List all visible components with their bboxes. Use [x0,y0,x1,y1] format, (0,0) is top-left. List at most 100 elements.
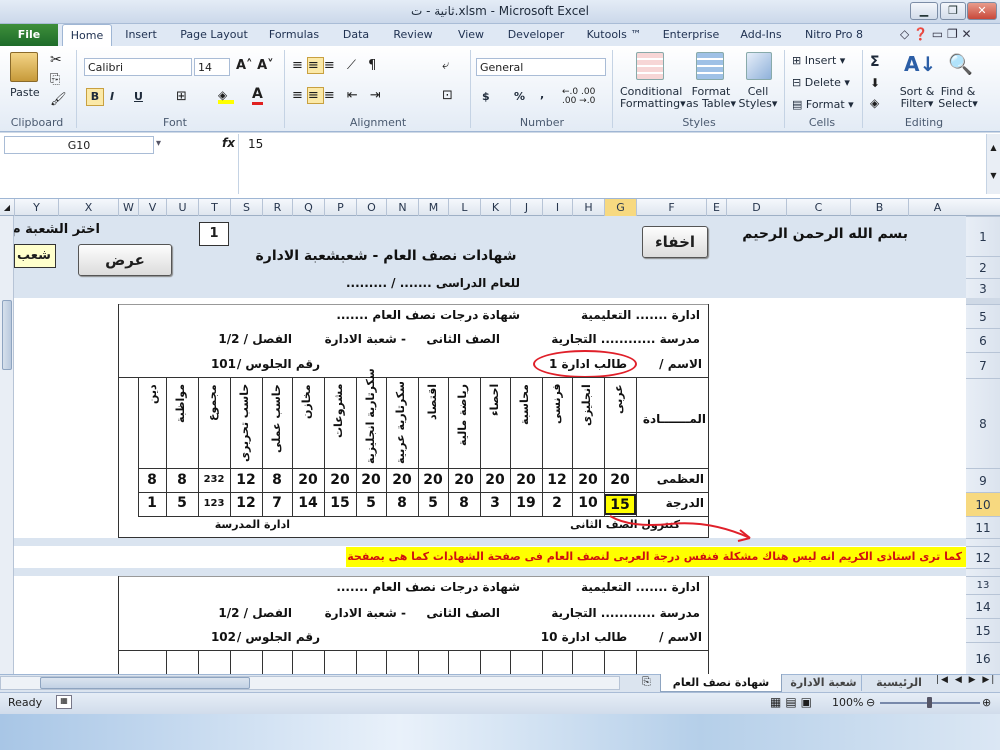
score-cell[interactable]: 12 [230,494,262,515]
score-cell[interactable]: 5 [356,494,386,515]
zoom-out-button[interactable]: ⊖ [866,696,875,709]
insert-sheet-icon[interactable]: ⎘ [642,675,651,689]
borders-icon[interactable]: ⊞ [176,89,187,104]
max-score-cell[interactable]: 20 [480,470,510,490]
row-header-3[interactable]: 3 [966,278,1000,298]
find-select-icon[interactable]: 🔍 [948,52,973,76]
max-score-cell[interactable]: 20 [418,470,448,490]
row-header-6[interactable]: 6 [966,328,1000,352]
font-color-icon[interactable]: A [252,86,263,105]
col-header-j[interactable]: J [510,199,542,216]
col-header-h[interactable]: H [572,199,604,216]
sheet-tab-admin-branch[interactable]: شعبة الادارة [786,675,862,691]
horizontal-align-icons[interactable]: ≡≡≡ ⇤ ⇥ [292,87,385,104]
font-name-select[interactable]: Calibri [84,58,192,76]
max-score-cell[interactable]: 20 [324,470,356,490]
fill-icon[interactable]: ⬇ [870,76,880,90]
tab-home[interactable]: Home [62,24,112,46]
tab-add-ins[interactable]: Add-Ins [736,24,786,46]
col-header-m[interactable]: M [418,199,448,216]
number-format-select[interactable]: General [476,58,606,76]
minimize-button[interactable]: ▁ [910,2,938,20]
underline-button[interactable]: U [134,90,143,103]
clear-icon[interactable]: ◈ [870,96,879,110]
col-header-o[interactable]: O [356,199,386,216]
col-header-y[interactable]: Y [14,199,58,216]
merge-center-icon[interactable]: ⊡ [442,88,453,103]
row-header-8[interactable]: 8 [966,378,1000,468]
cell-styles-button[interactable]: Cell Styles▾ [738,86,778,110]
row-header-16[interactable]: 16 [966,642,1000,674]
row-header-2[interactable]: 2 [966,256,1000,278]
max-score-cell[interactable]: 20 [448,470,480,490]
format-as-table-icon[interactable] [696,52,724,80]
paste-icon[interactable] [10,52,38,82]
max-score-cell[interactable]: 8 [262,470,292,490]
score-cell[interactable]: 15 [324,494,356,515]
fill-color-icon[interactable]: ◈ [218,88,234,104]
percent-button[interactable]: % [514,90,525,103]
copy-icon[interactable]: ⎘ [50,72,60,87]
sheet-tab-certificates[interactable]: شهادة نصف العام [660,674,782,692]
cell-styles-icon[interactable] [746,52,772,80]
tab-review[interactable]: Review [390,24,436,46]
max-score-cell[interactable]: 20 [604,470,636,490]
conditional-formatting-button[interactable]: ConditionalFormatting▾ [620,86,686,110]
tab-enterprise[interactable]: Enterprise [660,24,722,46]
max-score-cell[interactable]: 20 [356,470,386,490]
font-size-select[interactable]: 14 [194,58,230,76]
col-header-r[interactable]: R [262,199,292,216]
decimal-buttons-icon[interactable]: ←.0 .00.00 →.0 [562,88,595,106]
col-header-g[interactable]: G [604,199,636,216]
col-header-d[interactable]: D [726,199,786,216]
score-cell[interactable]: 2 [542,494,572,515]
find-select-button[interactable]: Find & Select▾ [938,86,978,110]
col-header-l[interactable]: L [448,199,480,216]
tab-nitro-pro[interactable]: Nitro Pro 8 [800,24,868,46]
row-header-12[interactable]: 12 [966,546,1000,568]
hide-button[interactable]: اخفاء [642,226,708,258]
italic-button[interactable]: I [110,90,114,103]
score-cell[interactable]: 7 [262,494,292,515]
col-header-e[interactable]: E [706,199,726,216]
score-cell[interactable]: 19 [510,494,542,515]
delete-cells-button[interactable]: ⊟ Delete ▾ [792,76,850,89]
col-header-n[interactable]: N [386,199,418,216]
horizontal-scroll-thumb[interactable] [40,677,250,689]
tab-page-layout[interactable]: Page Layout [178,24,250,46]
branch-select[interactable]: شعب [14,244,56,268]
sort-filter-icon[interactable]: A↓ [904,52,936,76]
score-cell[interactable]: 3 [480,494,510,515]
row-header-10[interactable]: 10 [966,492,1000,516]
col-header-p[interactable]: P [324,199,356,216]
sheet-tab-main[interactable]: الرئيسية [866,675,932,691]
formula-input[interactable]: 15 [248,137,263,151]
view-buttons[interactable]: ▦▤▣ [770,695,816,709]
cut-icon[interactable]: ✂ [50,52,62,68]
formula-input-area[interactable] [238,134,984,194]
col-header-u[interactable]: U [166,199,198,216]
score-cell[interactable]: 123 [198,494,230,515]
col-header-q[interactable]: Q [292,199,324,216]
col-header-x[interactable]: X [58,199,118,216]
sheet-nav-arrows[interactable]: |◀ ◀ ▶ ▶| [936,675,996,685]
zoom-in-button[interactable]: ⊕ [982,696,991,709]
col-header-t[interactable]: T [198,199,230,216]
col-header-a[interactable]: A [908,199,966,216]
show-button[interactable]: عرض [78,244,172,276]
autosum-button[interactable]: Σ [870,54,880,70]
tab-formulas[interactable]: Formulas [264,24,324,46]
format-painter-icon[interactable]: 🖌 [50,92,67,107]
tab-insert[interactable]: Insert [118,24,164,46]
row-header-7[interactable]: 7 [966,352,1000,378]
row-header-1[interactable]: 1 [966,216,1000,256]
formula-bar-expand[interactable]: ▲ ▼ [986,134,1000,194]
tab-data[interactable]: Data [336,24,376,46]
tab-developer[interactable]: Developer [504,24,568,46]
score-cell[interactable]: 5 [418,494,448,515]
vertical-scroll-thumb[interactable] [2,300,12,370]
close-button[interactable]: ✕ [967,2,997,20]
col-header-b[interactable]: B [850,199,908,216]
max-score-cell[interactable]: 20 [572,470,604,490]
max-score-cell[interactable]: 232 [198,470,230,490]
